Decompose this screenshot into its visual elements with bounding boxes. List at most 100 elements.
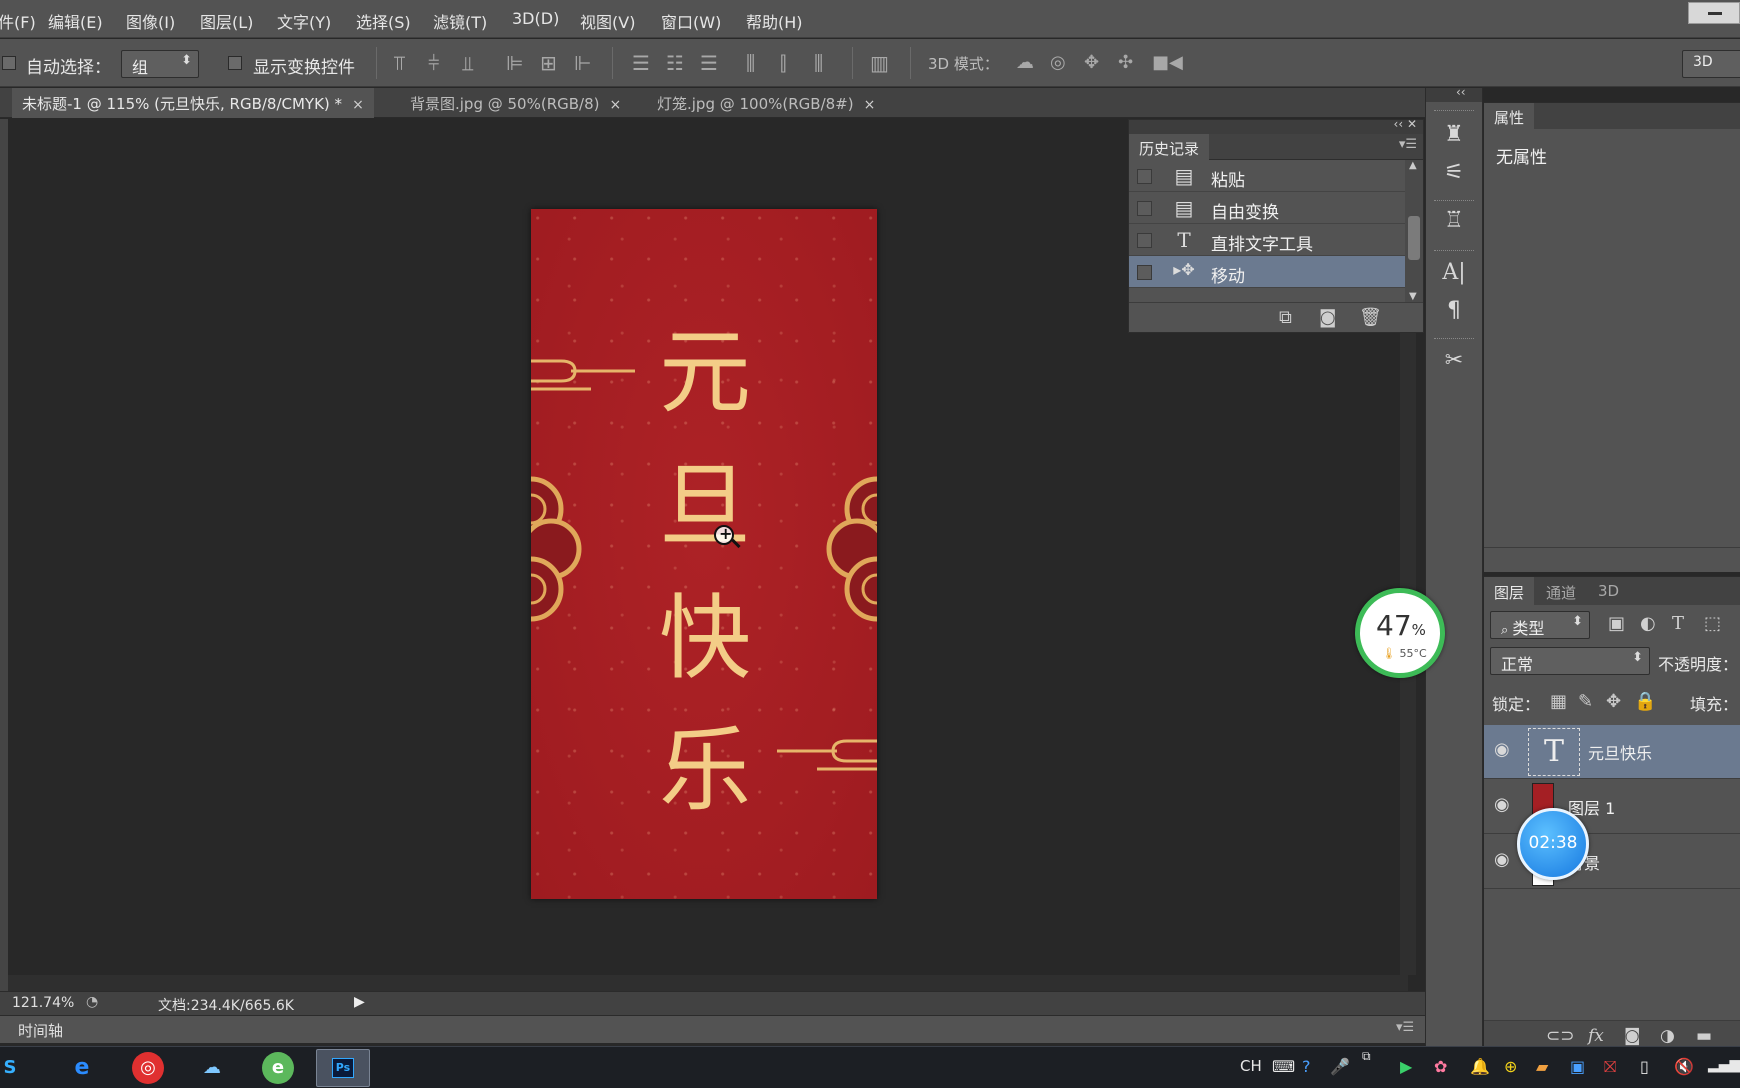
lock-all-icon[interactable]: 🔒 [1634,691,1656,713]
ime-indicator[interactable]: CH [1240,1057,1262,1075]
trash-icon[interactable]: 🗑 [1359,307,1382,329]
roll-3d-icon[interactable]: ◎ [1050,52,1066,74]
workspace-switcher[interactable]: 3D [1682,50,1740,78]
layer-filter-dropdown[interactable]: ⌕ 类型 ⬍ [1490,611,1590,639]
menu-edit[interactable]: 编辑(E) [48,9,103,33]
scroll-thumb[interactable] [1408,216,1420,260]
align-left-icon[interactable]: ⊫ [506,52,523,74]
folder-icon[interactable]: ▬ [1696,1025,1712,1047]
notification-bell-icon[interactable]: 🔔 [1470,1057,1490,1076]
tool-presets-icon[interactable]: ✂ [1436,348,1472,378]
tray-expand-icon[interactable]: ⧉ [1362,1049,1371,1064]
help-icon[interactable]: ? [1302,1057,1311,1076]
auto-select-checkbox[interactable] [2,56,16,70]
lock-position-icon[interactable]: ✥ [1606,691,1621,713]
auto-align-icon[interactable]: ▥ [870,52,889,74]
snapshot-checkbox[interactable] [1137,201,1152,216]
pan-3d-icon[interactable]: ✥ [1084,52,1099,74]
brush-settings-icon[interactable]: ⚟ [1436,160,1472,190]
snapshot-checkbox[interactable] [1137,233,1152,248]
distribute-hcenter-icon[interactable]: ⫿ [780,52,786,74]
status-menu-arrow-icon[interactable]: ▶ [354,994,365,1010]
menu-filter[interactable]: 滤镜(T) [433,9,487,33]
tab-layers[interactable]: 图层 [1484,577,1535,605]
distribute-left-icon[interactable]: ⫼ [746,52,755,74]
filter-type-icon[interactable]: T [1672,613,1684,635]
distribute-vcenter-icon[interactable]: ☷ [666,52,684,74]
layer-name[interactable]: 元旦快乐 [1588,740,1652,764]
history-item-vertical-type[interactable]: T 直排文字工具 [1129,224,1405,256]
slide-3d-icon[interactable]: ✣ [1118,52,1133,74]
lock-pixels-icon[interactable]: ✎ [1578,691,1593,713]
adjustment-layer-icon[interactable]: ◑ [1660,1025,1675,1047]
filter-shape-icon[interactable]: ⬚ [1704,613,1721,635]
align-vcenter-icon[interactable]: ⫩ [428,52,439,74]
horizontal-scrollbar[interactable] [8,975,1408,991]
filter-pixel-icon[interactable]: ▣ [1608,613,1625,635]
history-item-paste[interactable]: ▤ 粘贴 [1129,160,1405,192]
cloud-drive-icon[interactable]: ☁ [196,1052,228,1084]
menu-select[interactable]: 选择(S) [356,9,411,33]
scale-3d-icon[interactable]: ■◀ [1152,52,1183,74]
link-icon[interactable]: ⊂⊃ [1546,1025,1575,1047]
start-button[interactable]: S [0,1052,26,1084]
tab-background-jpg[interactable]: 背景图.jpg @ 50%(RGB/8) × [400,88,631,118]
photoshop-taskbar-button[interactable]: Ps [316,1049,370,1087]
clone-source-icon[interactable]: ♖ [1436,208,1472,238]
browser-360-icon[interactable]: e [262,1052,294,1084]
keyboard-icon[interactable]: ⌨ [1272,1057,1295,1076]
menu-layer[interactable]: 图层(L) [200,9,253,33]
tab-timeline[interactable]: 时间轴 [18,1020,63,1041]
close-icon[interactable]: × [864,97,876,113]
history-item-free-transform[interactable]: ▤ 自由变换 [1129,192,1405,224]
tab-untitled-1[interactable]: 未标题-1 @ 115% (元旦快乐, RGB/8/CMYK) * × [12,88,374,118]
close-icon[interactable]: × [352,97,364,113]
snapshot-checkbox[interactable] [1137,265,1152,280]
tab-3d[interactable]: 3D [1588,577,1629,605]
network-signal-icon[interactable]: ▂▄▆ [1708,1057,1740,1073]
history-scrollbar[interactable]: ▲ ▼ [1405,160,1423,302]
menu-help[interactable]: 帮助(H) [746,9,803,33]
menu-3d[interactable]: 3D(D) [512,9,559,28]
menu-view[interactable]: 视图(V) [580,9,635,33]
security-icon[interactable]: ⛝ [1604,1057,1616,1077]
window-minimize-button[interactable] [1688,2,1740,24]
layer-row-text[interactable]: ◉ T 元旦快乐 [1484,725,1740,779]
auto-select-dropdown[interactable]: 组 ⬍ [121,50,199,78]
brush-presets-icon[interactable]: ♜ [1436,122,1472,152]
scroll-up-icon[interactable]: ▲ [1409,160,1417,171]
recording-timer-widget[interactable]: 02:38 [1517,808,1589,880]
save-icon[interactable]: ▣ [1570,1057,1585,1076]
flower-icon[interactable]: ✿ [1434,1057,1447,1076]
tab-lantern-jpg[interactable]: 灯笼.jpg @ 100%(RGB/8#) × [647,88,885,118]
collapse-close-icon[interactable]: ‹‹ ✕ [1394,117,1417,131]
ie-browser-icon[interactable]: e [66,1052,98,1084]
distribute-bottom-icon[interactable]: ☰ [700,52,718,74]
eye-icon[interactable]: ◉ [1494,739,1510,760]
history-item-move[interactable]: ▸✥ 移动 [1129,256,1405,288]
orbit-3d-icon[interactable]: ☁ [1016,52,1034,74]
tab-properties[interactable]: 属性 [1484,103,1535,129]
volume-muted-icon[interactable]: 🔇 [1674,1057,1694,1076]
paragraph-icon[interactable]: ¶ [1436,298,1472,328]
eye-icon[interactable]: ◉ [1494,849,1510,870]
media-player-icon[interactable]: ▶ [1400,1057,1412,1076]
align-top-icon[interactable]: ⫪ [394,52,405,74]
battery-icon[interactable]: ▯ [1640,1057,1649,1076]
eye-icon[interactable]: ◉ [1494,794,1510,815]
menu-file[interactable]: 文件(F) [0,9,36,33]
align-hcenter-icon[interactable]: ⊞ [540,52,557,74]
distribute-top-icon[interactable]: ☰ [632,52,650,74]
show-transform-checkbox[interactable] [228,56,242,70]
plus-circle-icon[interactable]: ⊕ [1504,1057,1517,1076]
collapse-bar[interactable]: ‹‹ [1426,85,1482,102]
character-icon[interactable]: A| [1436,260,1472,290]
menu-type[interactable]: 文字(Y) [277,9,331,33]
mask-icon[interactable]: ◙ [1624,1025,1641,1047]
microphone-icon[interactable]: 🎤 [1330,1057,1350,1076]
panel-menu-icon[interactable]: ▾☰ [1399,137,1417,152]
menu-window[interactable]: 窗口(W) [661,9,721,33]
scroll-down-icon[interactable]: ▼ [1409,291,1417,302]
distribute-right-icon[interactable]: ⫼ [814,52,823,74]
align-bottom-icon[interactable]: ⫫ [462,52,473,74]
